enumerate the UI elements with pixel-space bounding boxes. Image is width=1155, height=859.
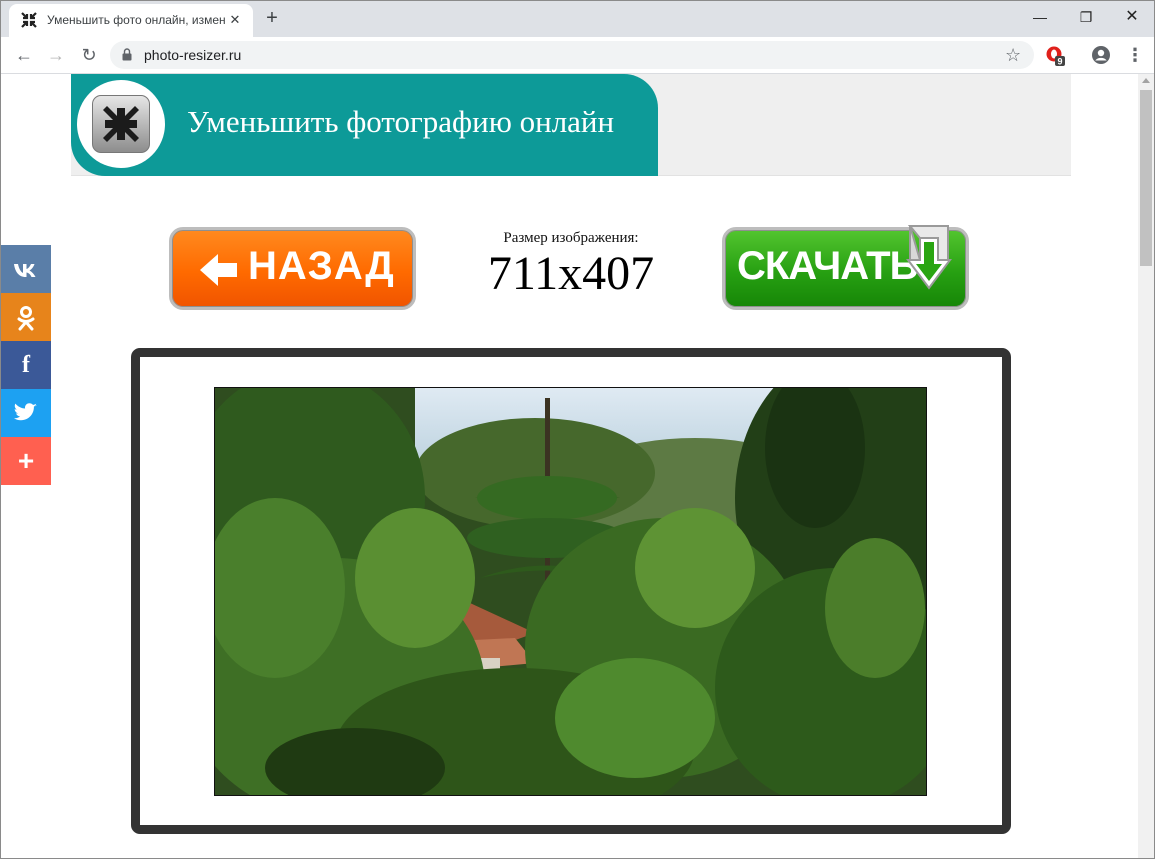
back-button[interactable]: НАЗАД — [169, 227, 416, 310]
page-scrollbar[interactable] — [1138, 74, 1154, 858]
browser-toolbar: ← → ↻ photo-resizer.ru ☆ 9 ⋮ — [1, 37, 1154, 74]
share-more-button[interactable]: + — [1, 437, 51, 485]
garden-photo-image — [215, 388, 926, 795]
logo-icon[interactable] — [92, 95, 150, 153]
page-viewport: Уменьшить фотографию онлайн НАЗАД Размер… — [1, 74, 1154, 858]
url-text: photo-resizer.ru — [144, 47, 242, 63]
share-ok-button[interactable] — [1, 293, 51, 341]
restore-button[interactable]: ❐ — [1063, 1, 1109, 33]
reload-icon[interactable]: ↻ — [76, 42, 102, 68]
image-size-label: Размер изображения: — [503, 230, 639, 246]
close-window-button[interactable]: ✕ — [1109, 1, 1154, 33]
browser-tab[interactable]: Уменьшить фото онлайн, изменить размер ✕ — [9, 4, 253, 37]
site-favicon-icon — [21, 12, 37, 28]
new-tab-button[interactable]: + — [261, 8, 283, 30]
resized-photo[interactable] — [214, 387, 927, 796]
address-bar[interactable]: photo-resizer.ru ☆ — [110, 41, 1034, 69]
extension-badge: 9 — [1057, 57, 1062, 67]
compress-arrows-icon — [103, 106, 139, 142]
extension-icon[interactable]: 9 — [1045, 45, 1065, 67]
scrollbar-thumb[interactable] — [1140, 90, 1152, 266]
download-button-label: СКАЧАТЬ — [737, 244, 918, 288]
tab-strip: Уменьшить фото онлайн, изменить размер ✕… — [1, 1, 1154, 37]
vk-icon — [14, 263, 36, 277]
forward-arrow-icon[interactable]: → — [43, 42, 69, 68]
menu-kebab-icon[interactable]: ⋮ — [1125, 43, 1145, 67]
image-size-value: 711x407 — [487, 247, 655, 300]
back-arrow-icon[interactable]: ← — [11, 42, 37, 68]
left-arrow-icon — [200, 254, 237, 286]
share-vk-button[interactable] — [1, 245, 51, 293]
twitter-icon — [14, 403, 37, 420]
tab-close-icon[interactable]: ✕ — [227, 12, 243, 28]
share-facebook-button[interactable]: f — [1, 341, 51, 389]
lock-icon — [122, 48, 132, 61]
share-twitter-button[interactable] — [1, 389, 51, 437]
minimize-button[interactable]: — — [1017, 1, 1063, 33]
page-title: Уменьшить фотографию онлайн — [187, 104, 615, 139]
bookmark-star-icon[interactable]: ☆ — [1005, 44, 1021, 66]
download-arrow-icon — [906, 225, 952, 290]
scroll-up-arrow-icon[interactable] — [1142, 78, 1150, 83]
facebook-icon: f — [22, 352, 30, 378]
odnoklassniki-icon — [17, 306, 35, 331]
plus-icon: + — [17, 445, 35, 476]
tab-title: Уменьшить фото онлайн, изменить размер — [47, 13, 225, 27]
profile-icon[interactable] — [1091, 45, 1111, 65]
download-button[interactable]: СКАЧАТЬ — [722, 225, 969, 310]
back-button-label: НАЗАД — [248, 244, 395, 288]
browser-window: Уменьшить фото онлайн, изменить размер ✕… — [0, 0, 1155, 859]
